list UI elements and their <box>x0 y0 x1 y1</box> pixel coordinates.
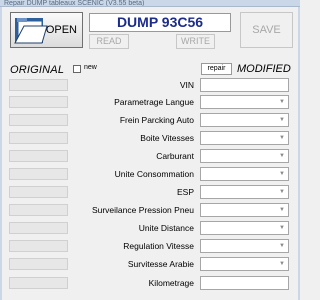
field-row: Carburant ▼ <box>0 149 300 164</box>
field-row: ESP ▼ <box>0 185 300 200</box>
original-value-field <box>9 132 68 144</box>
modified-value-dropdown[interactable]: ▼ <box>200 149 289 163</box>
repair-button[interactable]: repair <box>201 63 232 75</box>
field-row: Parametrage Langue ▼ <box>0 95 300 110</box>
modified-value-dropdown[interactable]: ▼ <box>200 131 289 145</box>
original-value-field <box>9 240 68 252</box>
original-value-field <box>9 222 68 234</box>
save-button[interactable]: SAVE <box>240 12 293 48</box>
chevron-down-icon[interactable]: ▼ <box>277 169 287 179</box>
folder-open-icon <box>14 18 48 44</box>
chevron-down-icon[interactable]: ▼ <box>277 187 287 197</box>
write-button[interactable]: WRITE <box>176 34 215 49</box>
field-label: Survitesse Arabie <box>127 259 194 269</box>
dump-title: DUMP 93C56 <box>89 13 231 32</box>
field-row: Surveilance Pression Pneu ▼ <box>0 203 300 218</box>
field-label: Carburant <box>156 151 194 161</box>
modified-value-dropdown[interactable]: ▼ <box>200 167 289 181</box>
modified-value-dropdown[interactable]: ▼ <box>200 185 289 199</box>
modified-value-input[interactable] <box>200 276 289 290</box>
field-label: Regulation Vitesse <box>123 241 194 251</box>
field-label: Boite Vitesses <box>140 133 194 143</box>
original-value-field <box>9 258 68 270</box>
field-label: Unite Distance <box>138 223 194 233</box>
chevron-down-icon[interactable]: ▼ <box>277 115 287 125</box>
modified-value-input[interactable] <box>200 78 289 92</box>
field-row: Frein Parcking Auto ▼ <box>0 113 300 128</box>
chevron-down-icon[interactable]: ▼ <box>277 259 287 269</box>
original-column-label: ORIGINAL <box>10 64 65 76</box>
modified-value-dropdown[interactable]: ▼ <box>200 203 289 217</box>
modified-column-label: MODIFIED <box>237 63 291 75</box>
modified-value-dropdown[interactable]: ▼ <box>200 95 289 109</box>
field-row: Unite Distance ▼ <box>0 221 300 236</box>
field-label: ESP <box>176 187 194 197</box>
chevron-down-icon[interactable]: ▼ <box>277 241 287 251</box>
original-value-field <box>9 168 68 180</box>
field-row: Kilometrage <box>0 276 300 291</box>
read-button[interactable]: READ <box>89 34 129 49</box>
original-value-field <box>9 150 68 162</box>
open-button[interactable]: OPEN <box>10 12 83 48</box>
chevron-down-icon[interactable]: ▼ <box>277 151 287 161</box>
original-value-field <box>9 277 68 289</box>
field-row: VIN <box>0 78 300 93</box>
field-label: VIN <box>179 80 194 90</box>
field-row: Unite Consommation ▼ <box>0 167 300 182</box>
field-label: Surveilance Pression Pneu <box>91 205 194 215</box>
field-label: Kilometrage <box>148 278 194 288</box>
field-row: Regulation Vitesse ▼ <box>0 239 300 254</box>
original-value-field <box>9 79 68 91</box>
open-button-label: OPEN <box>45 24 77 36</box>
original-value-field <box>9 186 68 198</box>
new-checkbox-label: new <box>84 64 97 71</box>
modified-value-dropdown[interactable]: ▼ <box>200 239 289 253</box>
chevron-down-icon[interactable]: ▼ <box>277 205 287 215</box>
field-label: Frein Parcking Auto <box>119 115 194 125</box>
chevron-down-icon[interactable]: ▼ <box>277 133 287 143</box>
original-value-field <box>9 204 68 216</box>
original-value-field <box>9 96 68 108</box>
original-value-field <box>9 114 68 126</box>
window-title: Repair DUMP tableaux SCENIC (V3.55 beta) <box>0 0 300 7</box>
new-checkbox[interactable] <box>73 65 81 73</box>
modified-value-dropdown[interactable]: ▼ <box>200 113 289 127</box>
chevron-down-icon[interactable]: ▼ <box>277 223 287 233</box>
field-row: Survitesse Arabie ▼ <box>0 257 300 272</box>
modified-value-dropdown[interactable]: ▼ <box>200 221 289 235</box>
field-label: Unite Consommation <box>114 169 194 179</box>
field-row: Boite Vitesses ▼ <box>0 131 300 146</box>
modified-value-dropdown[interactable]: ▼ <box>200 257 289 271</box>
chevron-down-icon[interactable]: ▼ <box>277 97 287 107</box>
field-label: Parametrage Langue <box>114 97 194 107</box>
